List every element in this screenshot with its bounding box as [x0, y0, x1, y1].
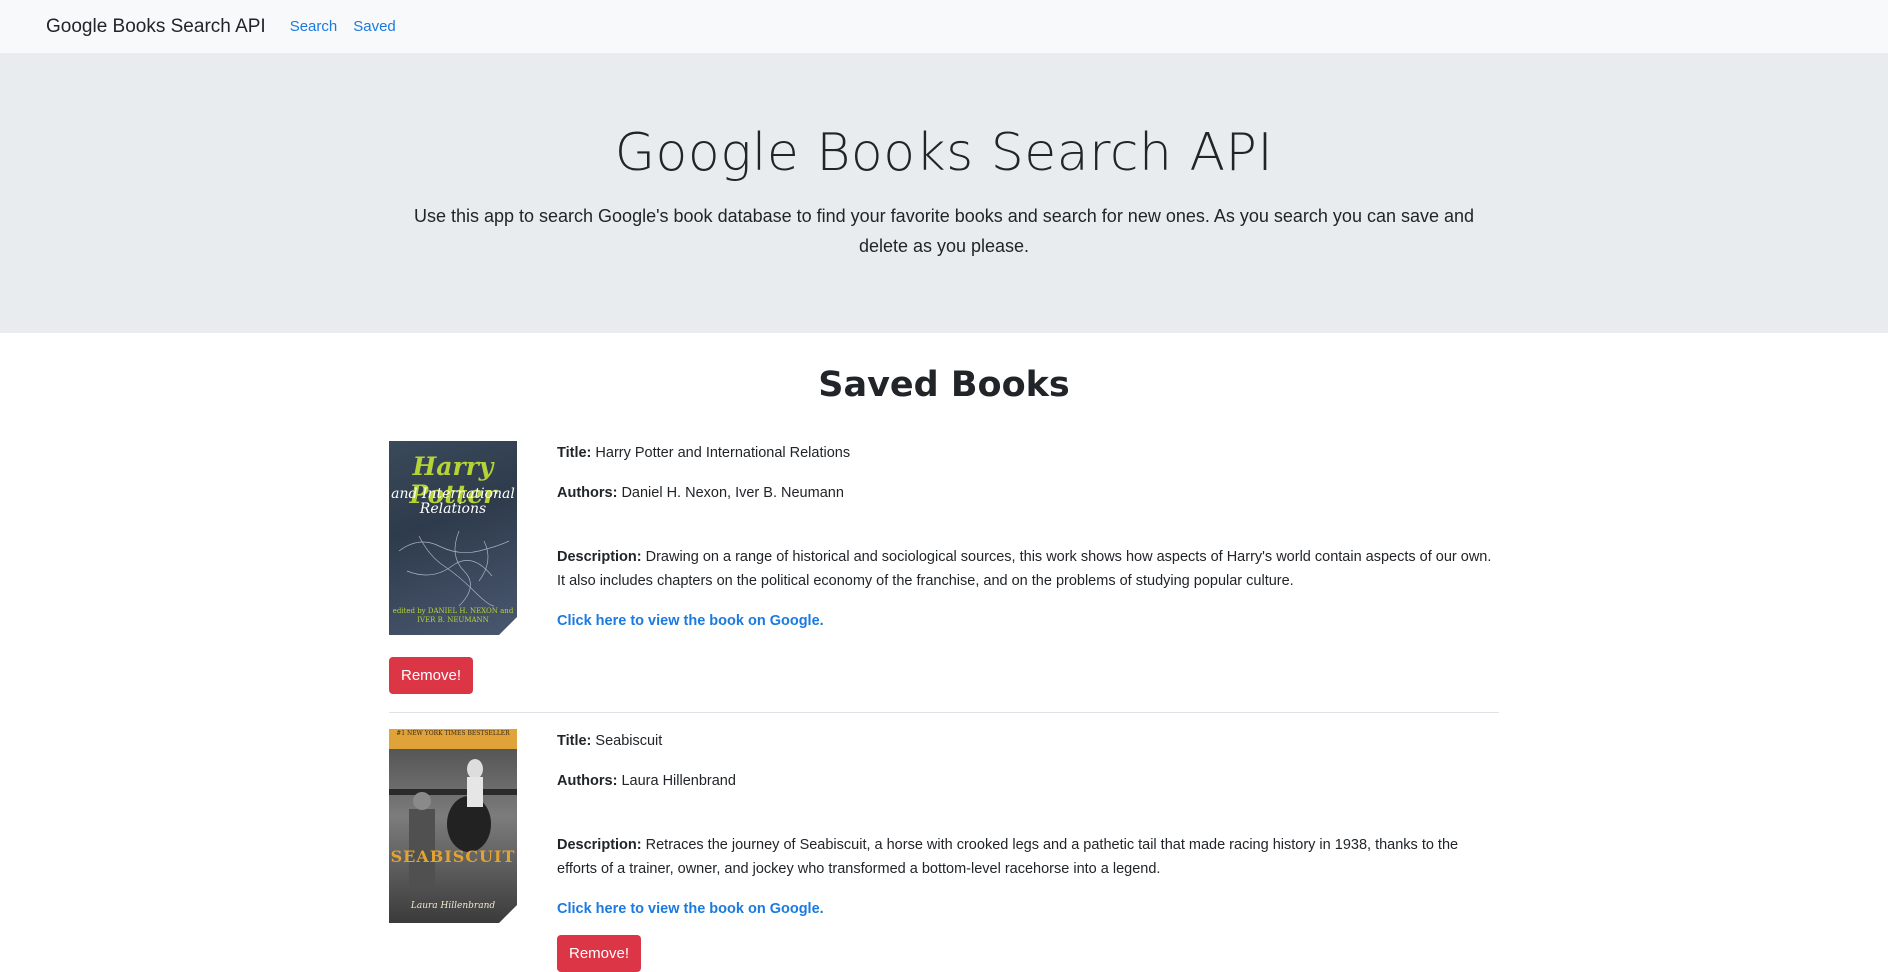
page-curl-graphic: [499, 617, 517, 635]
navbar: Google Books Search API Search Saved: [0, 0, 1888, 53]
book-item: Harry Potter and International Relations…: [389, 441, 1499, 635]
book-info: Title: Harry Potter and International Re…: [557, 441, 1499, 635]
cover-title: SEABISCUIT: [390, 847, 516, 866]
navbar-brand[interactable]: Google Books Search API: [46, 16, 266, 38]
divider: [389, 712, 1499, 713]
cover-editors: edited by DANIEL H. NEXON and IVER B. NE…: [392, 607, 514, 624]
book-cover-image: #1 NEW YORK TIMES BESTSELLER SEABISCUIT …: [389, 729, 517, 923]
book-description: Drawing on a range of historical and soc…: [557, 549, 1492, 589]
book-cover-image: Harry Potter and International Relations…: [389, 441, 517, 635]
authors-label: Authors:: [557, 773, 618, 789]
view-on-google-link[interactable]: Click here to view the book on Google.: [557, 901, 824, 917]
nav-link-saved[interactable]: Saved: [353, 18, 396, 35]
book-info: Title: Seabiscuit Authors: Laura Hillenb…: [557, 729, 1499, 972]
view-on-google-link[interactable]: Click here to view the book on Google.: [557, 613, 824, 629]
page-title: Google Books Search API: [614, 123, 1274, 183]
authors-label: Authors:: [557, 485, 618, 501]
remove-button[interactable]: Remove!: [389, 657, 474, 694]
remove-button[interactable]: Remove!: [557, 935, 642, 972]
book-description: Retraces the journey of Seabiscuit, a ho…: [557, 837, 1459, 877]
saved-books-heading: Saved Books: [818, 365, 1070, 405]
page-lead: Use this app to search Google's book dat…: [413, 206, 1475, 256]
description-label: Description:: [557, 837, 642, 853]
page-curl-graphic: [499, 905, 517, 923]
title-label: Title:: [557, 733, 592, 749]
book-authors: Laura Hillenbrand: [621, 773, 736, 789]
saved-books-section: Saved Books Harry Potter and Internation…: [389, 365, 1499, 972]
cover-subtitle: and International Relations: [391, 486, 515, 517]
jumbotron: Google Books Search API Use this app to …: [0, 53, 1888, 333]
nav-link-search[interactable]: Search: [290, 18, 338, 35]
book-authors: Daniel H. Nexon, Iver B. Neumann: [621, 485, 844, 501]
cover-author: Laura Hillenbrand: [410, 901, 496, 911]
book-title: Seabiscuit: [595, 733, 663, 749]
description-label: Description:: [557, 549, 642, 565]
book-title: Harry Potter and International Relations: [595, 445, 851, 461]
title-label: Title:: [557, 445, 592, 461]
cover-photo-graphic: [389, 759, 517, 889]
book-item: #1 NEW YORK TIMES BESTSELLER SEABISCUIT …: [389, 729, 1499, 972]
